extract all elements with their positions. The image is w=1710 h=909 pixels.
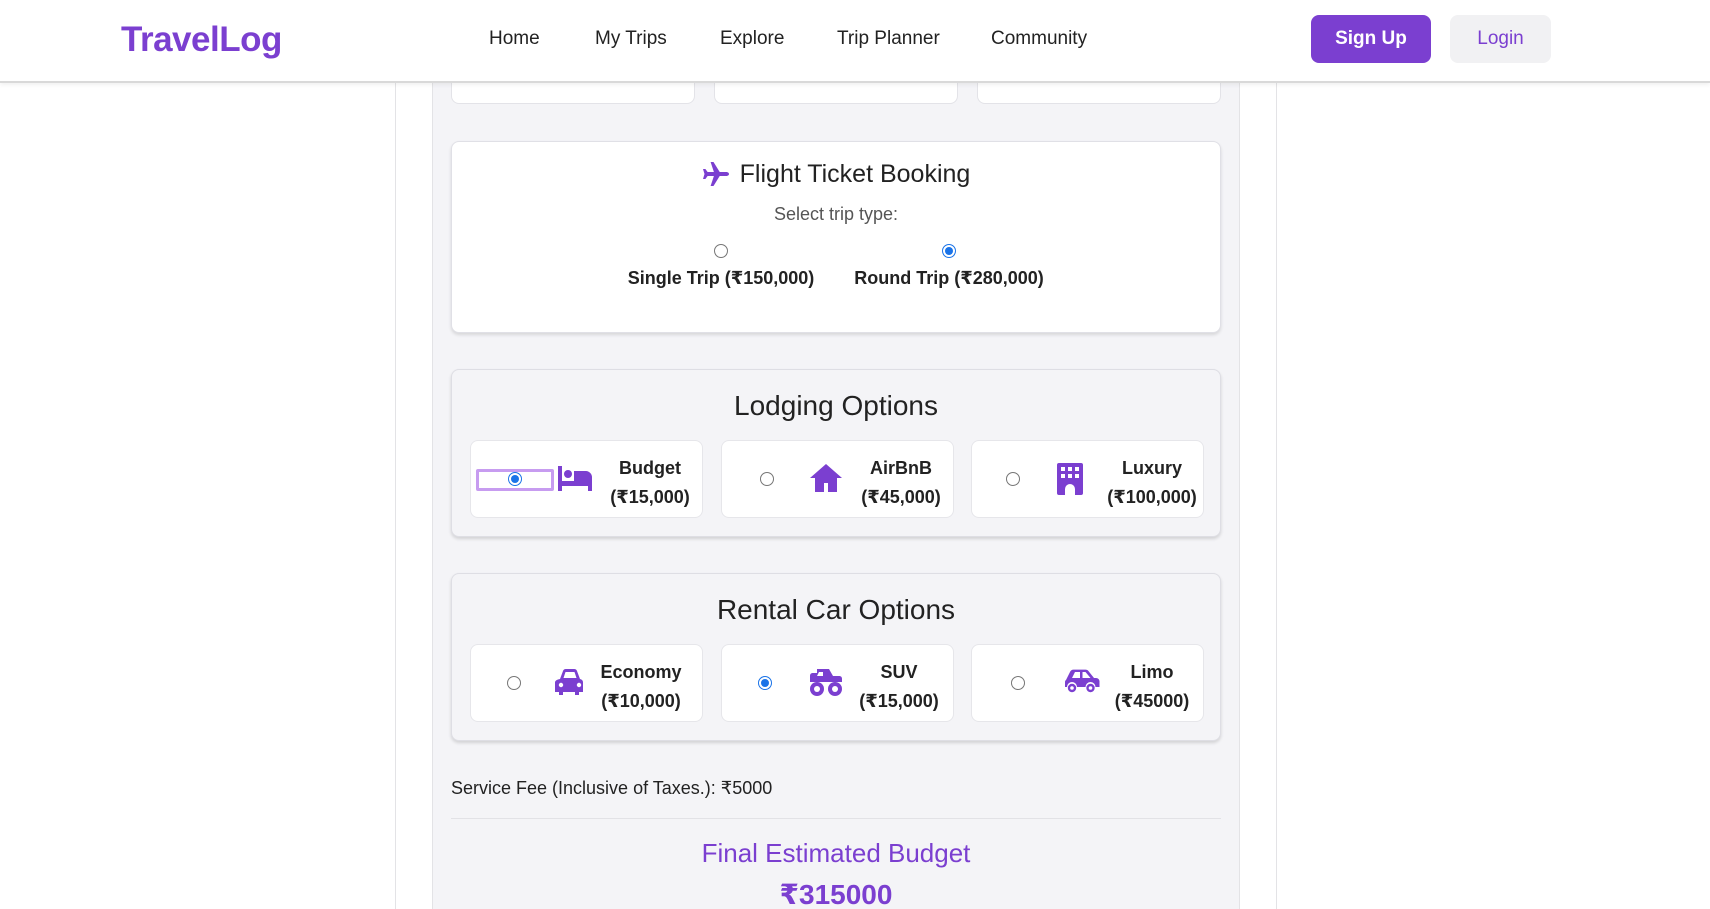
car-icon (555, 668, 585, 701)
rental-economy-name: Economy (600, 662, 682, 682)
rental-economy-radio[interactable] (507, 676, 521, 690)
lodging-airbnb-radio[interactable] (760, 472, 774, 486)
flight-booking-card: Flight Ticket Booking Select trip type: … (451, 141, 1221, 333)
flight-booking-title-text: Flight Ticket Booking (739, 160, 971, 188)
lodging-option-airbnb[interactable]: AirBnB (₹45,000) (721, 440, 954, 518)
final-budget-title: Final Estimated Budget (701, 838, 971, 868)
nav-community[interactable]: Community (991, 28, 1087, 50)
lodging-airbnb-text: AirBnB (₹45,000) (854, 454, 948, 512)
rental-limo-name: Limo (1130, 662, 1174, 682)
lodging-luxury-name: Luxury (1121, 458, 1182, 478)
lodging-airbnb-name: AirBnB (870, 458, 932, 478)
rental-suv-radio[interactable] (758, 676, 772, 690)
round-trip-radio[interactable] (942, 243, 956, 258)
lodging-options-title: Lodging Options (734, 390, 938, 421)
rental-economy-text: Economy (₹10,000) (593, 658, 689, 716)
lodging-luxury-price: (₹100,000) (1107, 487, 1197, 507)
lodging-option-luxury[interactable]: Luxury (₹100,000) (971, 440, 1204, 518)
single-trip-option[interactable]: Single Trip (₹150,000) (626, 242, 816, 289)
lodging-option-budget[interactable]: Budget (₹15,000) (470, 440, 703, 518)
rental-suv-price: (₹15,000) (859, 691, 939, 711)
rental-option-limo[interactable]: Limo (₹45000) (971, 644, 1204, 722)
final-budget-amount: ₹315000 (779, 879, 893, 909)
lodging-luxury-text: Luxury (₹100,000) (1102, 454, 1202, 512)
lodging-luxury-radio[interactable] (1006, 472, 1020, 486)
rental-option-suv[interactable]: SUV (₹15,000) (721, 644, 954, 722)
house-icon (809, 463, 843, 498)
previous-card-stub (451, 83, 695, 104)
top-nav-bar: TravelLog Home My Trips Explore Trip Pla… (0, 0, 1710, 83)
single-trip-label[interactable]: Single Trip (₹150,000) (626, 268, 816, 289)
monster-truck-icon (808, 667, 844, 702)
nav-my-trips[interactable]: My Trips (595, 28, 667, 50)
rental-limo-price: (₹45000) (1114, 691, 1190, 711)
bed-icon (557, 463, 593, 498)
login-button[interactable]: Login (1450, 15, 1551, 63)
trip-type-label: Select trip type: (773, 204, 899, 224)
nav-home[interactable]: Home (489, 28, 540, 50)
rental-limo-text: Limo (₹45000) (1112, 658, 1192, 716)
lodging-budget-radio[interactable] (508, 472, 522, 486)
nav-trip-planner[interactable]: Trip Planner (837, 28, 940, 50)
divider (451, 818, 1221, 819)
service-fee-text: Service Fee (Inclusive of Taxes.): ₹5000 (451, 778, 773, 798)
previous-card-stub (977, 83, 1221, 104)
lodging-options-card: Lodging Options Budget (₹15,000) AirBnB … (451, 369, 1221, 537)
rental-economy-price: (₹10,000) (601, 691, 681, 711)
rental-option-economy[interactable]: Economy (₹10,000) (470, 644, 703, 722)
rental-car-options-title: Rental Car Options (716, 594, 956, 625)
nav-explore[interactable]: Explore (720, 28, 784, 50)
rental-suv-name: SUV (880, 662, 918, 682)
logo[interactable]: TravelLog (121, 20, 282, 60)
single-trip-radio[interactable] (714, 243, 728, 258)
car-side-icon (1064, 668, 1100, 699)
lodging-airbnb-price: (₹45,000) (861, 487, 941, 507)
hotel-building-icon (1055, 463, 1085, 500)
lodging-budget-price: (₹15,000) (610, 487, 690, 507)
rental-car-options-card: Rental Car Options Economy (₹10,000) SUV… (451, 573, 1221, 741)
sign-up-button[interactable]: Sign Up (1311, 15, 1431, 63)
rental-limo-radio[interactable] (1011, 676, 1025, 690)
round-trip-option[interactable]: Round Trip (₹280,000) (854, 242, 1044, 289)
airplane-icon (702, 162, 730, 193)
rental-suv-text: SUV (₹15,000) (852, 658, 946, 716)
lodging-budget-name: Budget (619, 458, 681, 478)
lodging-budget-text: Budget (₹15,000) (603, 454, 697, 512)
round-trip-label[interactable]: Round Trip (₹280,000) (854, 268, 1044, 289)
flight-booking-title: Flight Ticket Booking (452, 160, 1220, 193)
previous-card-stub (714, 83, 958, 104)
